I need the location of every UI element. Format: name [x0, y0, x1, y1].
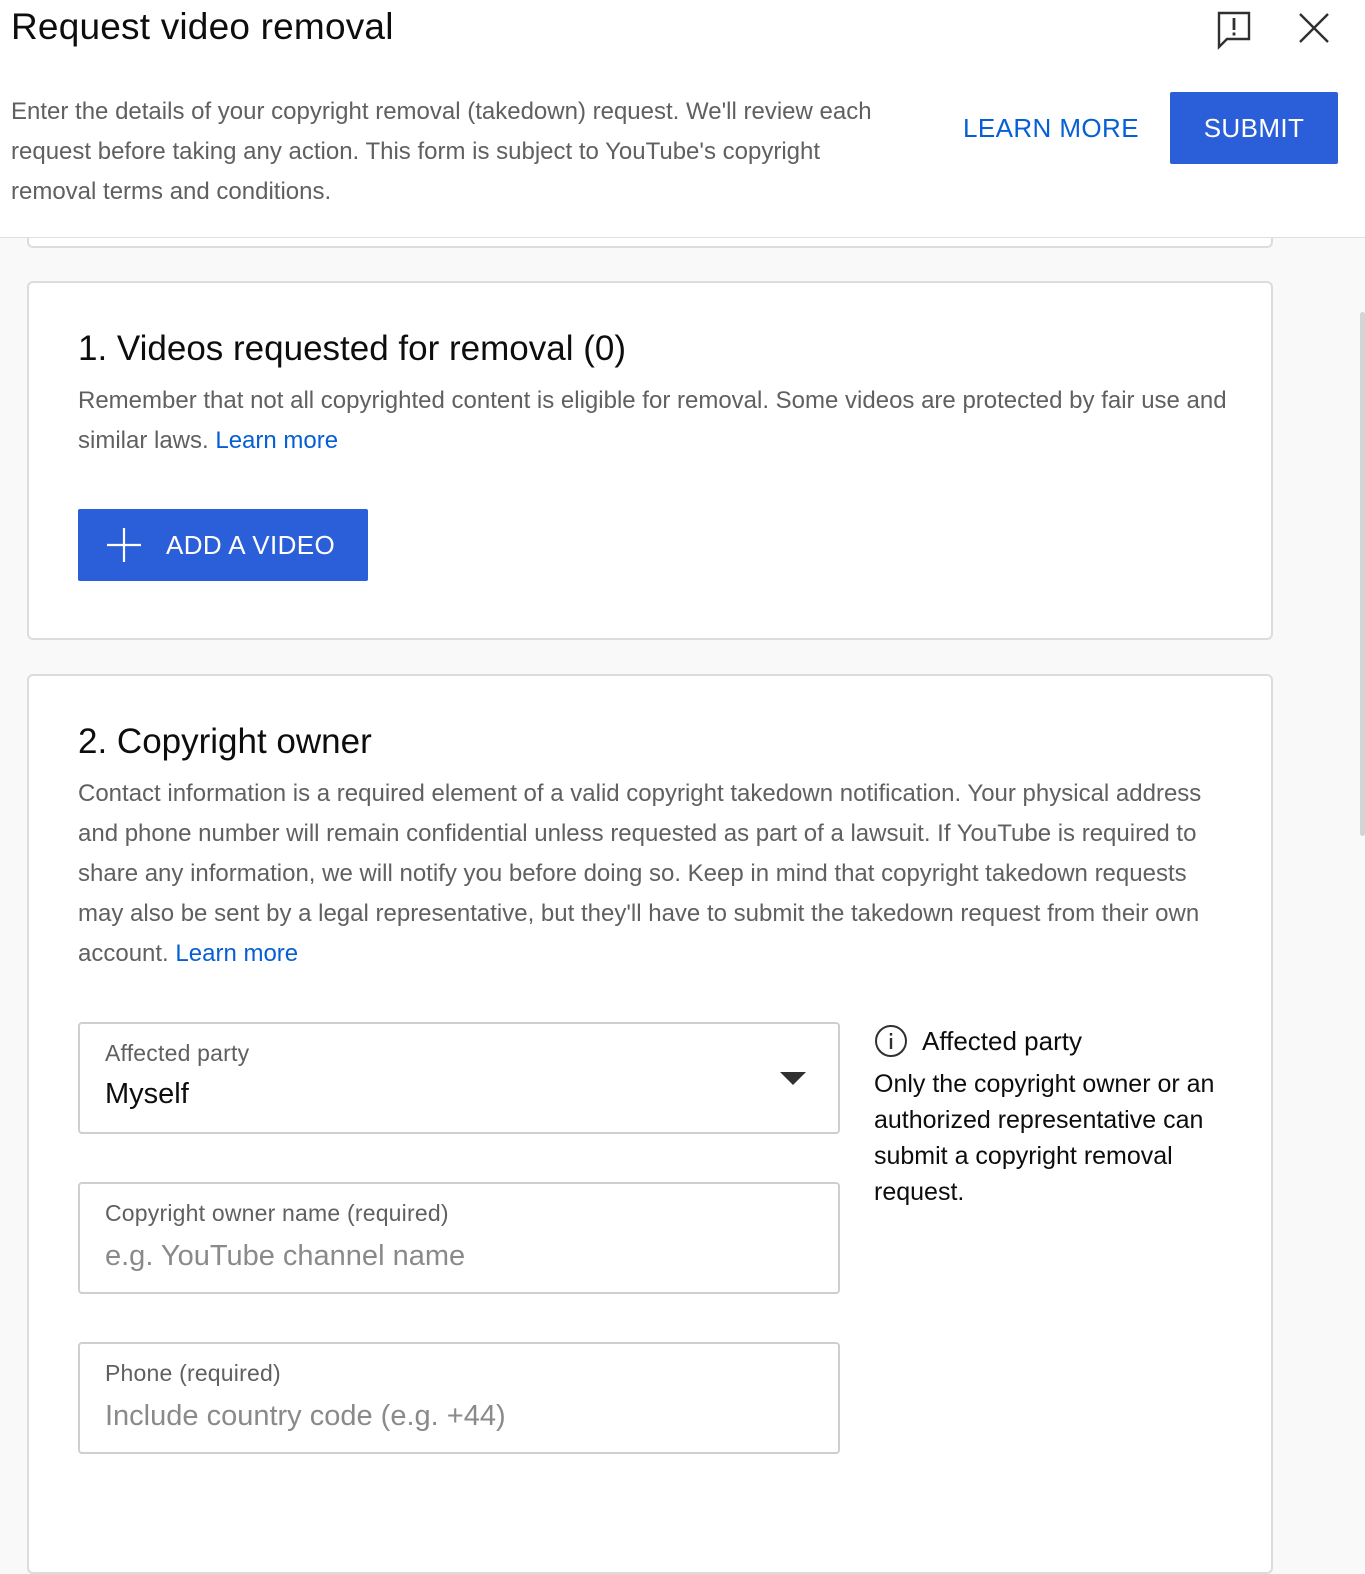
feedback-icon	[1217, 11, 1251, 50]
dropdown-arrow-icon	[780, 1072, 806, 1085]
videos-section-card: 1. Videos requested for removal (0) Reme…	[27, 281, 1273, 640]
affected-party-label: Affected party	[105, 1040, 250, 1066]
close-button[interactable]	[1292, 6, 1336, 50]
copyright-learn-more-link[interactable]: Learn more	[175, 940, 298, 967]
info-body: Only the copyright owner or an authorize…	[874, 1070, 1215, 1206]
copyright-owner-title: 2. Copyright owner	[78, 722, 372, 761]
owner-name-label: Copyright owner name (required)	[105, 1200, 449, 1226]
dialog-header: Request video removal Enter the details …	[0, 0, 1365, 238]
plus-icon	[106, 527, 142, 563]
phone-label: Phone (required)	[105, 1360, 281, 1386]
affected-party-value: Myself	[105, 1078, 189, 1110]
videos-learn-more-link[interactable]: Learn more	[215, 427, 338, 454]
scrollbar[interactable]	[1360, 312, 1365, 836]
add-video-button[interactable]: ADD A VIDEO	[78, 509, 368, 581]
submit-button[interactable]: SUBMIT	[1170, 92, 1338, 164]
affected-party-info: Affected party Only the copyright owner …	[874, 1024, 1254, 1210]
close-icon	[1299, 13, 1329, 43]
intro-text: Enter the details of your copyright remo…	[11, 98, 872, 205]
phone-input[interactable]	[105, 1400, 805, 1433]
owner-name-field[interactable]: Copyright owner name (required)	[78, 1182, 840, 1294]
feedback-button[interactable]	[1212, 8, 1256, 52]
learn-more-button[interactable]: LEARN MORE	[946, 92, 1156, 164]
affected-party-select[interactable]: Affected party Myself	[78, 1022, 840, 1134]
dialog-title: Request video removal	[11, 6, 394, 47]
phone-field[interactable]: Phone (required)	[78, 1342, 840, 1454]
owner-name-input[interactable]	[105, 1240, 805, 1273]
videos-section-description: Remember that not all copyrighted conten…	[78, 381, 1238, 461]
copyright-owner-description-text: Contact information is a required elemen…	[78, 780, 1202, 967]
info-title: Affected party	[922, 1025, 1082, 1056]
videos-section-title: 1. Videos requested for removal (0)	[78, 329, 626, 368]
add-video-label: ADD A VIDEO	[166, 529, 336, 560]
copyright-owner-card: 2. Copyright owner Contact information i…	[27, 674, 1273, 1574]
copyright-owner-description: Contact information is a required elemen…	[78, 774, 1238, 974]
info-icon	[874, 1024, 908, 1058]
